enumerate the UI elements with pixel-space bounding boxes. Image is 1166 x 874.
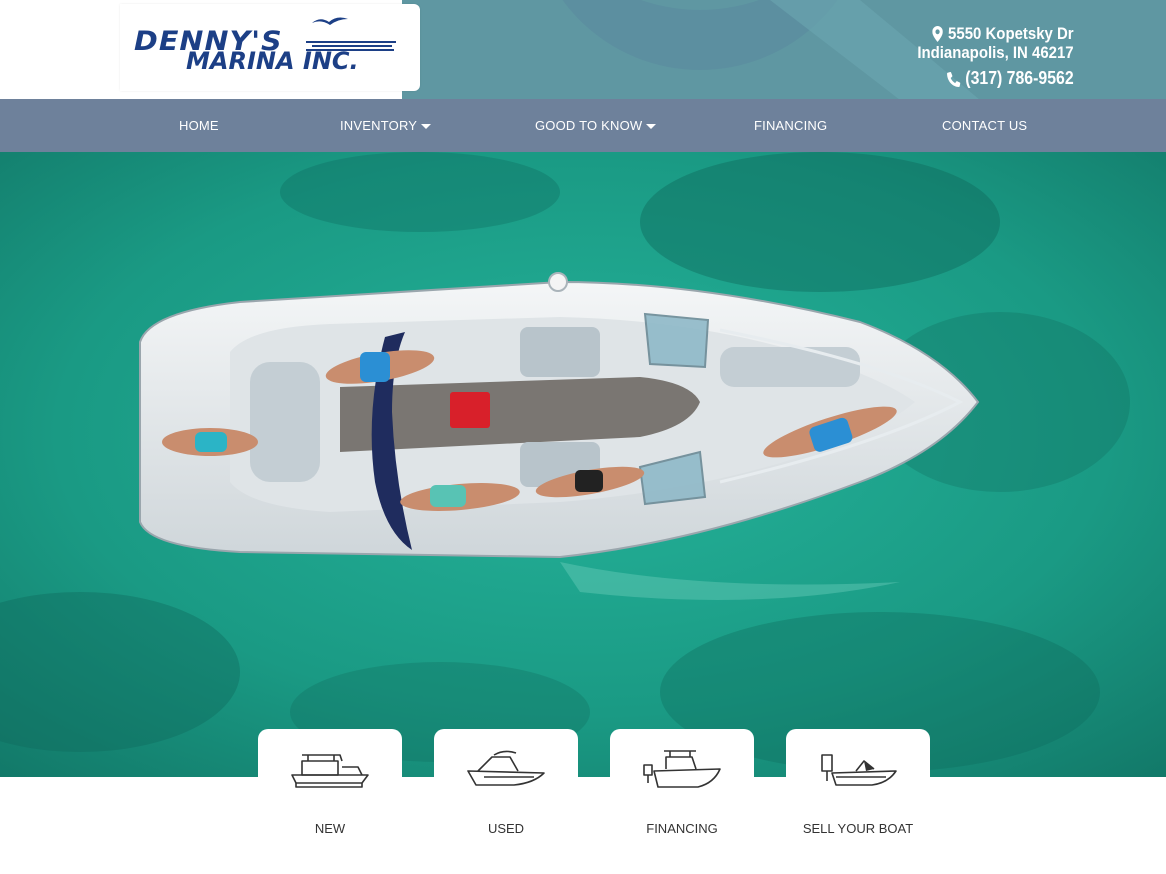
nav-item-good-to-know[interactable]: GOOD TO KNOW bbox=[535, 99, 657, 152]
quick-link-financing[interactable]: FINANCING bbox=[610, 729, 754, 869]
nav-label: CONTACT US bbox=[942, 118, 1028, 133]
nav-item-home[interactable]: HOME bbox=[179, 99, 219, 152]
phone-row[interactable]: (317) 786-9562 bbox=[918, 69, 1074, 88]
seagull-icon bbox=[312, 17, 348, 25]
contact-info: 5550 Kopetsky Dr Indianapolis, IN 46217 … bbox=[896, 24, 1074, 88]
nav-label: FINANCING bbox=[754, 118, 828, 133]
address-line-1: 5550 Kopetsky Dr bbox=[948, 24, 1074, 43]
site-header: DENNY'S MARINA INC. 5550 Kopetsky Dr Ind… bbox=[0, 0, 1166, 99]
speed-boat-icon bbox=[821, 754, 897, 786]
caret-down-icon bbox=[646, 124, 657, 129]
phone-icon bbox=[947, 71, 961, 87]
site-logo[interactable]: DENNY'S MARINA INC. bbox=[134, 14, 398, 74]
phone-number: (317) 786-9562 bbox=[965, 68, 1074, 88]
quick-link-used[interactable]: USED bbox=[434, 729, 578, 869]
quick-link-sell-your-boat[interactable]: SELL YOUR BOAT bbox=[786, 729, 930, 869]
quick-link-label: NEW bbox=[314, 821, 346, 836]
address-line-2: Indianapolis, IN 46217 bbox=[917, 43, 1074, 62]
address-row[interactable]: 5550 Kopetsky Dr bbox=[918, 24, 1074, 43]
nav-label: GOOD TO KNOW bbox=[535, 118, 643, 133]
bowrider-boat-icon bbox=[467, 750, 545, 786]
aerial-boat-photo bbox=[0, 152, 1166, 777]
quick-link-label: FINANCING bbox=[646, 821, 718, 836]
nav-label: INVENTORY bbox=[340, 118, 418, 133]
nav-label: HOME bbox=[179, 118, 219, 133]
map-marker-icon bbox=[932, 25, 944, 42]
nav-item-inventory[interactable]: INVENTORY bbox=[340, 99, 432, 152]
main-nav: HOME INVENTORY GOOD TO KNOW FINANCING CO… bbox=[0, 99, 1166, 152]
pontoon-boat-icon bbox=[291, 754, 369, 788]
quick-link-new[interactable]: NEW bbox=[258, 729, 402, 869]
hero-image bbox=[0, 152, 1166, 777]
quick-link-label: SELL YOUR BOAT bbox=[802, 821, 914, 836]
nav-item-financing[interactable]: FINANCING bbox=[754, 99, 827, 152]
caret-down-icon bbox=[421, 124, 432, 129]
logo-line-2: MARINA INC. bbox=[186, 47, 359, 75]
fishing-boat-icon bbox=[643, 750, 721, 788]
nav-item-contact-us[interactable]: CONTACT US bbox=[942, 99, 1027, 152]
quick-link-label: USED bbox=[487, 821, 525, 836]
address-row-2[interactable]: Indianapolis, IN 46217 bbox=[918, 43, 1074, 62]
